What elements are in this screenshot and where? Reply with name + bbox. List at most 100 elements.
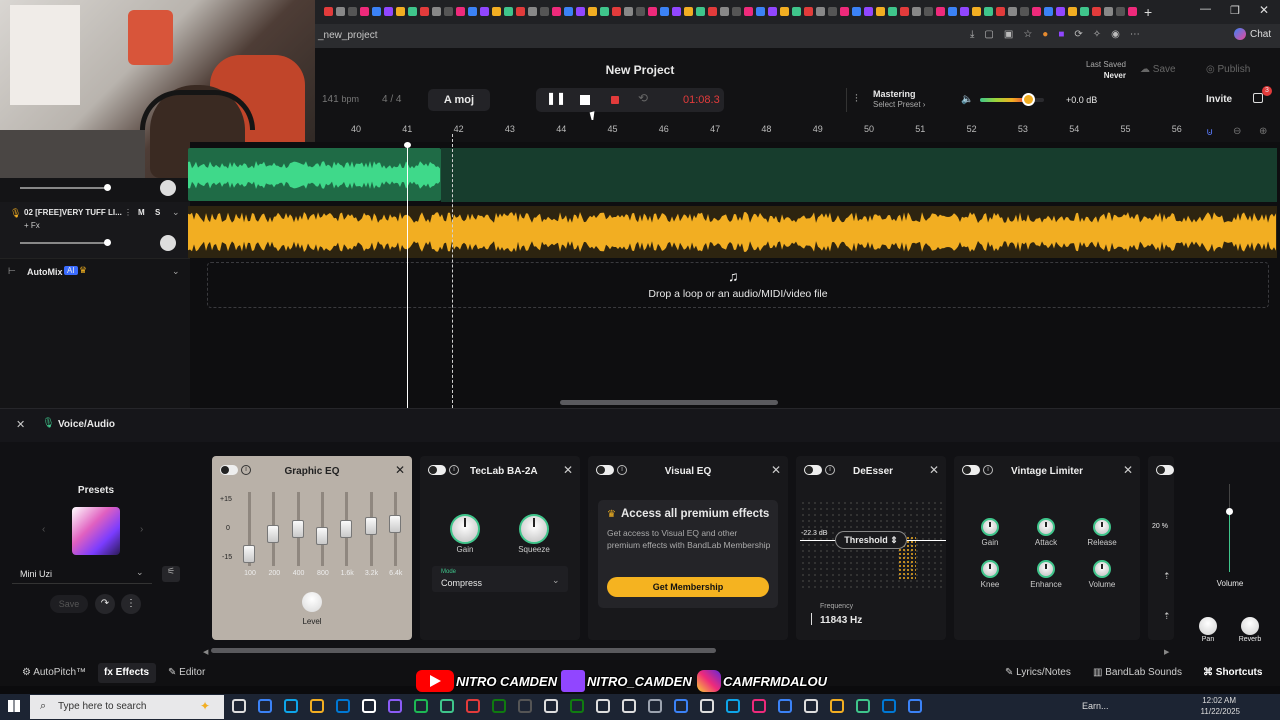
browser-tab-favicon[interactable] <box>1104 7 1113 16</box>
loop-marker[interactable] <box>452 134 453 408</box>
get-membership-button[interactable]: Get Membership <box>607 577 769 597</box>
browser-tab-favicon[interactable] <box>732 7 741 16</box>
teclab-mode-dropdown[interactable]: Mode Compress ⌄ <box>432 566 568 592</box>
browser-tab-favicon[interactable] <box>324 7 333 16</box>
track2-volume-thumb[interactable] <box>104 239 111 246</box>
automix-chevron-icon[interactable]: ⌄ <box>172 266 180 277</box>
browser-tab-favicon[interactable] <box>1044 7 1053 16</box>
limiter-knob[interactable] <box>1093 560 1111 578</box>
browser-tab-favicon[interactable] <box>360 7 369 16</box>
graphic-eq-card[interactable]: i Graphic EQ ✕ <box>212 456 412 640</box>
close-panel-icon[interactable]: ✕ <box>16 418 25 431</box>
browser-tab-favicon[interactable] <box>1116 7 1125 16</box>
browser-tab-favicon[interactable] <box>576 7 585 16</box>
browser-tab-favicon[interactable] <box>384 7 393 16</box>
browser-tab-favicon[interactable] <box>840 7 849 16</box>
pause-button[interactable]: ❚❚ <box>546 91 566 105</box>
twitch-ext-icon[interactable]: ■ <box>1058 29 1064 43</box>
browser-tab-favicon[interactable] <box>372 7 381 16</box>
lyrics-tab[interactable]: ✎ Lyrics/Notes <box>1005 667 1071 678</box>
browser-tab-favicon[interactable] <box>504 7 513 16</box>
browser-tab-favicon[interactable] <box>1020 7 1029 16</box>
track1-volume-slider[interactable] <box>20 187 108 189</box>
taskbar-app-icon[interactable] <box>700 699 714 713</box>
taskbar-app-icon[interactable] <box>440 699 454 713</box>
eq-band-fader[interactable] <box>340 520 353 538</box>
screenshot-icon[interactable]: ▢ <box>984 29 993 43</box>
limiter-knob[interactable] <box>981 518 999 536</box>
deesser-toggle[interactable] <box>804 465 822 475</box>
browser-tab-favicon[interactable] <box>1068 7 1077 16</box>
track-lane-green[interactable] <box>441 148 1277 202</box>
maximize-icon[interactable]: ❐ <box>1230 4 1240 17</box>
taskbar-app-icon[interactable] <box>648 699 662 713</box>
chat-button[interactable]: Chat <box>1234 28 1271 40</box>
reverb-knob[interactable] <box>1241 617 1259 635</box>
publish-button[interactable]: ◎ Publish <box>1206 64 1250 75</box>
browser-tab-favicon[interactable] <box>972 7 981 16</box>
taskbar-app-icon[interactable] <box>778 699 792 713</box>
browser-tab-favicon[interactable] <box>648 7 657 16</box>
master-volume-slider[interactable] <box>980 93 1044 106</box>
browser-tab-favicon[interactable] <box>1008 7 1017 16</box>
browser-tab-favicon[interactable] <box>804 7 813 16</box>
eq-band-fader[interactable] <box>388 515 401 533</box>
browser-tab-favicon[interactable] <box>1032 7 1041 16</box>
more-icon[interactable]: ⋯ <box>1130 29 1140 43</box>
taskbar-app-icon[interactable] <box>674 699 688 713</box>
browser-tab-favicon[interactable] <box>864 7 873 16</box>
apps-icon[interactable]: ▣ <box>1004 29 1013 43</box>
browser-tab-favicon[interactable] <box>636 7 645 16</box>
eq-level-knob[interactable] <box>302 592 322 612</box>
preset-dropdown[interactable]: Mini Uzi ⌄ <box>12 564 152 584</box>
browser-tab-favicon[interactable] <box>684 7 693 16</box>
browser-tab-favicon[interactable] <box>888 7 897 16</box>
browser-tab-favicon[interactable] <box>768 7 777 16</box>
browser-tab-favicon[interactable] <box>1056 7 1065 16</box>
eq-band-fader[interactable] <box>364 517 377 535</box>
eq-band-fader[interactable] <box>267 525 280 543</box>
teclab-gain-knob[interactable] <box>450 514 480 544</box>
taskbar-app-icon[interactable] <box>804 699 818 713</box>
limiter-knob[interactable] <box>1037 560 1055 578</box>
key-selector[interactable]: A moj <box>428 89 490 111</box>
chevron-down-icon[interactable]: ⌄ <box>172 207 180 218</box>
vintage-limiter-card[interactable]: i Vintage Limiter ✕ <box>954 456 1140 640</box>
new-tab-icon[interactable]: + <box>1144 4 1152 20</box>
browser-tab-favicon[interactable] <box>336 7 345 16</box>
browser-tab-favicon[interactable] <box>792 7 801 16</box>
preset-more-icon[interactable]: ⋮ <box>121 594 141 614</box>
mute-button[interactable]: M <box>138 208 145 217</box>
taskbar-app-icon[interactable] <box>908 699 922 713</box>
browser-tab-favicon[interactable] <box>348 7 357 16</box>
clock-time[interactable]: 12:02 AM <box>1196 696 1236 705</box>
preset-artwork[interactable] <box>72 507 120 555</box>
taskbar-app-icon[interactable] <box>882 699 896 713</box>
browser-tab-favicon[interactable] <box>1128 7 1137 16</box>
fx-settings-icon[interactable]: ⚟ <box>162 566 180 582</box>
stop-button[interactable] <box>580 95 590 105</box>
browser-tab-favicon[interactable] <box>660 7 669 16</box>
taskbar-app-icon[interactable] <box>544 699 558 713</box>
effects-tab[interactable]: fx Effects <box>104 667 149 678</box>
taskbar-app-icon[interactable] <box>726 699 740 713</box>
taskbar-app-icon[interactable] <box>518 699 532 713</box>
next-preset-icon[interactable]: › <box>140 524 143 535</box>
browser-tab-favicon[interactable] <box>948 7 957 16</box>
taskbar-app-icon[interactable] <box>830 699 844 713</box>
bpm-display[interactable]: 141 bpm <box>322 94 359 105</box>
taskbar-app-icon[interactable] <box>362 699 376 713</box>
browser-tab-favicon[interactable] <box>852 7 861 16</box>
browser-tab-favicon[interactable] <box>552 7 561 16</box>
refresh-ext-icon[interactable]: ⟳ <box>1074 29 1082 43</box>
loop-button[interactable]: ⟲ <box>638 91 648 105</box>
teclab-info-icon[interactable]: i <box>449 465 459 475</box>
autopitch-tab[interactable]: ⚙ AutoPitch™ <box>22 667 86 678</box>
save-button[interactable]: ☁ Save <box>1140 64 1176 75</box>
graphic-eq-close-icon[interactable]: ✕ <box>395 463 405 477</box>
fx-scroll-right-icon[interactable]: ▶ <box>1164 648 1169 656</box>
browser-tab-favicon[interactable] <box>936 7 945 16</box>
browser-tab-favicon[interactable] <box>444 7 453 16</box>
pan-knob[interactable] <box>1199 617 1217 635</box>
mastering-button[interactable]: ⫶ Mastering Select Preset › <box>846 88 956 112</box>
